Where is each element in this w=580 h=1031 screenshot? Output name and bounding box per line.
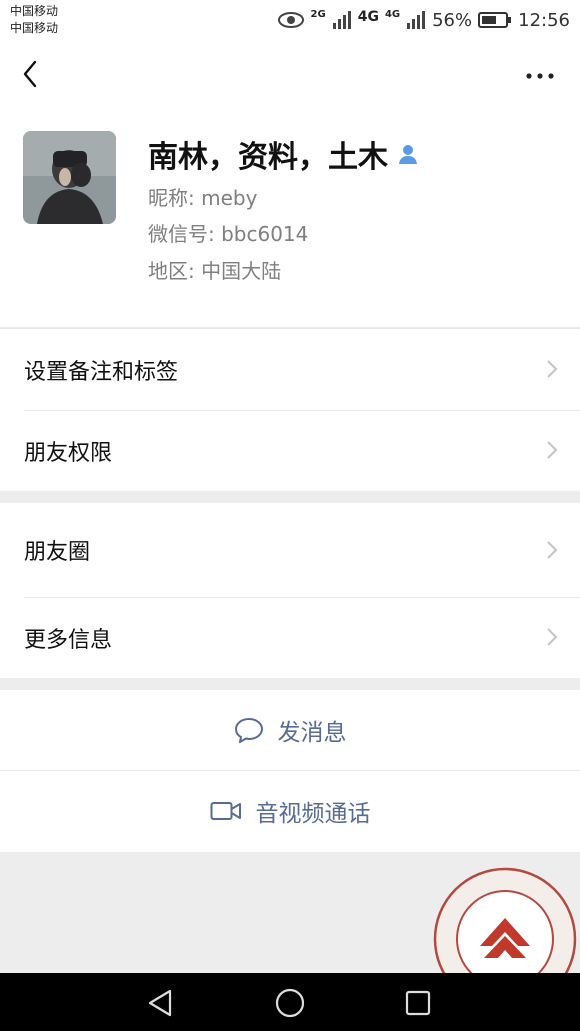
status-bar: 中国移动 中国移动 2G 4G 4G 56% 12:56	[0, 0, 580, 40]
info-group: 朋友圈 更多信息	[0, 503, 580, 678]
top-nav	[0, 40, 580, 112]
triangle-back-icon	[148, 989, 172, 1017]
name-row: 南林，资料，土木	[148, 132, 420, 176]
av-call-label: 音视频通话	[255, 801, 371, 827]
more-info-label: 更多信息	[24, 627, 113, 653]
status-icons: 2G 4G 4G 56% 12:56	[277, 6, 570, 34]
send-message-button[interactable]: 发消息	[0, 690, 580, 770]
nickname-text: 昵称: meby	[148, 186, 258, 210]
more-info-row[interactable]: 更多信息	[0, 597, 580, 678]
system-recents-button[interactable]	[401, 986, 435, 1020]
remark-tags-row[interactable]: 设置备注和标签	[0, 329, 580, 410]
circle-home-icon	[275, 988, 305, 1018]
network-type-4g-small: 4G	[384, 8, 401, 20]
contact-name: 南林，资料，土木	[148, 140, 388, 175]
avatar[interactable]	[23, 131, 116, 224]
chevron-right-icon	[547, 628, 558, 646]
system-back-button[interactable]	[143, 986, 177, 1020]
av-call-button[interactable]: 音视频通话	[0, 770, 580, 852]
signal-icon	[332, 11, 351, 29]
moments-label: 朋友圈	[24, 540, 91, 565]
signal-icon-2	[407, 11, 426, 29]
battery-percent: 56%	[432, 9, 473, 31]
profile-header: 南林，资料，土木 昵称: meby 微信号: bbc6014 地区: 中国大陆	[0, 112, 580, 327]
more-button[interactable]	[522, 58, 558, 94]
network-type-2g: 2G	[310, 8, 326, 20]
more-dots-icon	[526, 73, 554, 79]
friend-permissions-label: 朋友权限	[24, 440, 113, 466]
action-group: 发消息 音视频通话	[0, 690, 580, 852]
settings-group: 设置备注和标签 朋友权限	[0, 328, 580, 491]
chevron-right-icon	[547, 360, 558, 378]
send-message-label: 发消息	[277, 720, 347, 746]
chevron-left-icon	[23, 60, 37, 88]
eye-icon	[277, 12, 304, 28]
system-nav-bar	[0, 973, 580, 1031]
clock: 12:56	[518, 9, 570, 31]
region-text: 地区: 中国大陆	[148, 259, 282, 283]
contact-person-icon	[399, 145, 417, 164]
carrier-label-2: 中国移动	[10, 21, 59, 35]
wechat-id-text: 微信号: bbc6014	[148, 222, 309, 246]
back-button[interactable]	[12, 56, 48, 92]
chat-bubble-icon	[234, 718, 263, 743]
moments-row[interactable]: 朋友圈	[0, 503, 580, 597]
avatar-image	[23, 131, 116, 224]
battery-icon	[478, 12, 512, 28]
system-home-button[interactable]	[273, 986, 307, 1020]
chevron-right-icon	[547, 541, 558, 559]
network-type-4g: 4G	[357, 9, 379, 25]
square-recents-icon	[405, 990, 431, 1016]
video-camera-icon	[210, 802, 241, 820]
friend-permissions-row[interactable]: 朋友权限	[0, 410, 580, 491]
remark-tags-label: 设置备注和标签	[24, 359, 179, 385]
carrier-label-1: 中国移动	[10, 4, 59, 18]
chevron-right-icon	[547, 441, 558, 459]
